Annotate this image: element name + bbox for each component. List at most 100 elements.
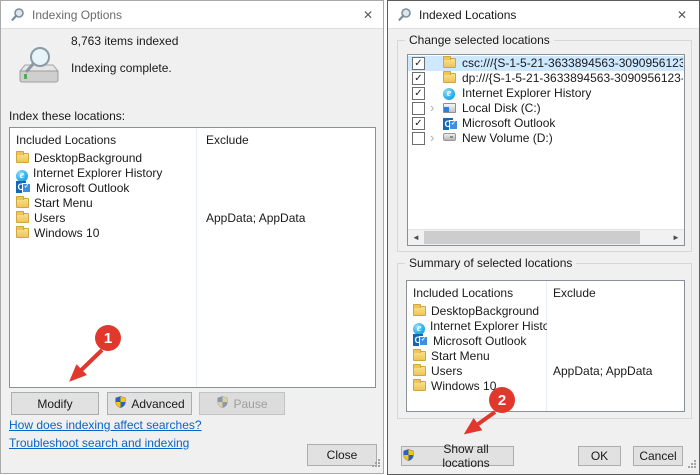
included-locations-list[interactable]: Included Locations Exclude DesktopBackgr… [9, 127, 376, 388]
checkbox[interactable]: ✓ [412, 87, 425, 100]
horizontal-scrollbar[interactable]: ◄ ► [408, 229, 684, 245]
expand-icon[interactable]: › [430, 101, 440, 115]
exclude-value: AppData; AppData [547, 364, 684, 379]
checkbox[interactable]: ✓ [412, 117, 425, 130]
list-item[interactable]: Microsoft Outlook [407, 334, 684, 349]
tree-item[interactable]: ✓ csc:///{S-1-5-21-3633894563-3090956123… [408, 56, 684, 71]
outlook-icon [443, 118, 458, 130]
title-bar[interactable]: Indexing Options ✕ [1, 1, 383, 29]
location-label: Start Menu [34, 196, 93, 210]
tree-item[interactable]: › Local Disk (C:) [408, 101, 684, 116]
location-label: Users [431, 364, 462, 378]
folder-icon [413, 306, 426, 316]
show-all-locations-button[interactable]: Show all locations [401, 446, 514, 466]
locations-tree[interactable]: ✓ csc:///{S-1-5-21-3633894563-3090956123… [407, 54, 685, 246]
indexed-locations-icon [397, 7, 413, 26]
checkbox[interactable] [412, 132, 425, 145]
pause-button-label: Pause [233, 397, 267, 411]
dialog-title: Indexed Locations [419, 8, 516, 22]
exclude-value [198, 196, 375, 211]
summary-label: Summary of selected locations [405, 256, 576, 270]
list-item[interactable]: Microsoft Outlook [10, 181, 375, 196]
exclude-value: AppData; AppData [198, 211, 375, 226]
folder-icon [443, 73, 456, 83]
scroll-right-icon[interactable]: ► [668, 230, 684, 245]
list-header: Included Locations Exclude [10, 133, 375, 148]
included-column-header: Included Locations [10, 133, 198, 148]
expand-icon[interactable]: › [430, 131, 440, 145]
list-header: Included Locations Exclude [407, 286, 684, 301]
modify-button[interactable]: Modify [11, 392, 99, 415]
list-item[interactable]: DesktopBackground [407, 304, 684, 319]
advanced-button[interactable]: Advanced [107, 392, 192, 415]
checkbox[interactable] [412, 102, 425, 115]
cancel-button-label: Cancel [639, 449, 676, 463]
pause-button[interactable]: Pause [199, 392, 285, 415]
tree-item-label: Microsoft Outlook [462, 116, 683, 131]
location-label: Windows 10 [431, 379, 496, 393]
show-all-locations-label: Show all locations [419, 442, 513, 470]
list-item[interactable]: Start Menu [10, 196, 375, 211]
tree-item[interactable]: ✓ Microsoft Outlook [408, 116, 684, 131]
folder-icon [16, 213, 29, 223]
outlook-icon [16, 181, 31, 193]
resize-grip-icon[interactable] [370, 456, 380, 470]
exclude-value [198, 181, 375, 196]
indexing-options-icon [10, 7, 26, 26]
exclude-column-header: Exclude [547, 286, 684, 301]
tree-item-label: dp:///{S-1-5-21-3633894563-3090956123-37… [462, 71, 683, 86]
location-label: Microsoft Outlook [433, 334, 526, 348]
internet-explorer-icon [16, 170, 28, 181]
exclude-column-header: Exclude [198, 133, 375, 148]
folder-icon [413, 381, 426, 391]
title-bar[interactable]: Indexed Locations ✕ [388, 1, 699, 29]
items-indexed-text: 8,763 items indexed [71, 34, 178, 48]
list-item[interactable]: DesktopBackground [10, 151, 375, 166]
local-disk-icon [443, 103, 456, 113]
location-label: Internet Explorer History [430, 319, 547, 333]
checkbox[interactable]: ✓ [412, 57, 425, 70]
location-label: Microsoft Outlook [36, 181, 129, 195]
tree-item-label: New Volume (D:) [462, 131, 683, 146]
close-icon[interactable]: ✕ [359, 6, 377, 24]
location-label: Internet Explorer History [33, 166, 162, 180]
close-icon[interactable]: ✕ [673, 6, 691, 24]
list-item[interactable]: Start Menu [407, 349, 684, 364]
list-item[interactable]: Windows 10 [407, 379, 684, 394]
checkbox[interactable]: ✓ [412, 72, 425, 85]
list-item[interactable]: Windows 10 [10, 226, 375, 241]
scrollbar-thumb[interactable] [424, 231, 640, 244]
resize-grip-icon[interactable] [686, 457, 696, 471]
folder-icon [413, 366, 426, 376]
location-label: Users [34, 211, 65, 225]
tree-item[interactable]: ✓ dp:///{S-1-5-21-3633894563-3090956123-… [408, 71, 684, 86]
exclude-value [547, 319, 684, 334]
uac-shield-icon [216, 395, 229, 412]
list-item[interactable]: Users AppData; AppData [10, 211, 375, 226]
exclude-value [547, 334, 684, 349]
exclude-value [198, 151, 375, 166]
troubleshoot-link[interactable]: Troubleshoot search and indexing [9, 436, 189, 450]
outlook-icon [413, 334, 428, 346]
index-locations-label: Index these locations: [9, 109, 125, 123]
location-label: DesktopBackground [34, 151, 142, 165]
list-item[interactable]: Internet Explorer History [10, 166, 375, 181]
folder-icon [16, 228, 29, 238]
tree-item[interactable]: ✓ Internet Explorer History [408, 86, 684, 101]
close-button[interactable]: Close [307, 444, 377, 466]
tree-item[interactable]: › New Volume (D:) [408, 131, 684, 146]
tree-item-label: Internet Explorer History [462, 86, 683, 101]
list-item[interactable]: Internet Explorer History [407, 319, 684, 334]
location-label: DesktopBackground [431, 304, 539, 318]
ok-button[interactable]: OK [578, 446, 621, 466]
internet-explorer-icon [443, 88, 455, 100]
list-item[interactable]: Users AppData; AppData [407, 364, 684, 379]
screen: Indexing Options ✕ 8,763 items indexed I… [0, 0, 700, 475]
advanced-button-label: Advanced [131, 397, 184, 411]
scroll-left-icon[interactable]: ◄ [408, 230, 424, 245]
summary-list[interactable]: Included Locations Exclude DesktopBackgr… [406, 280, 685, 412]
exclude-value [547, 379, 684, 394]
ok-button-label: OK [591, 449, 608, 463]
cancel-button[interactable]: Cancel [633, 446, 683, 466]
indexing-help-link[interactable]: How does indexing affect searches? [9, 418, 202, 432]
